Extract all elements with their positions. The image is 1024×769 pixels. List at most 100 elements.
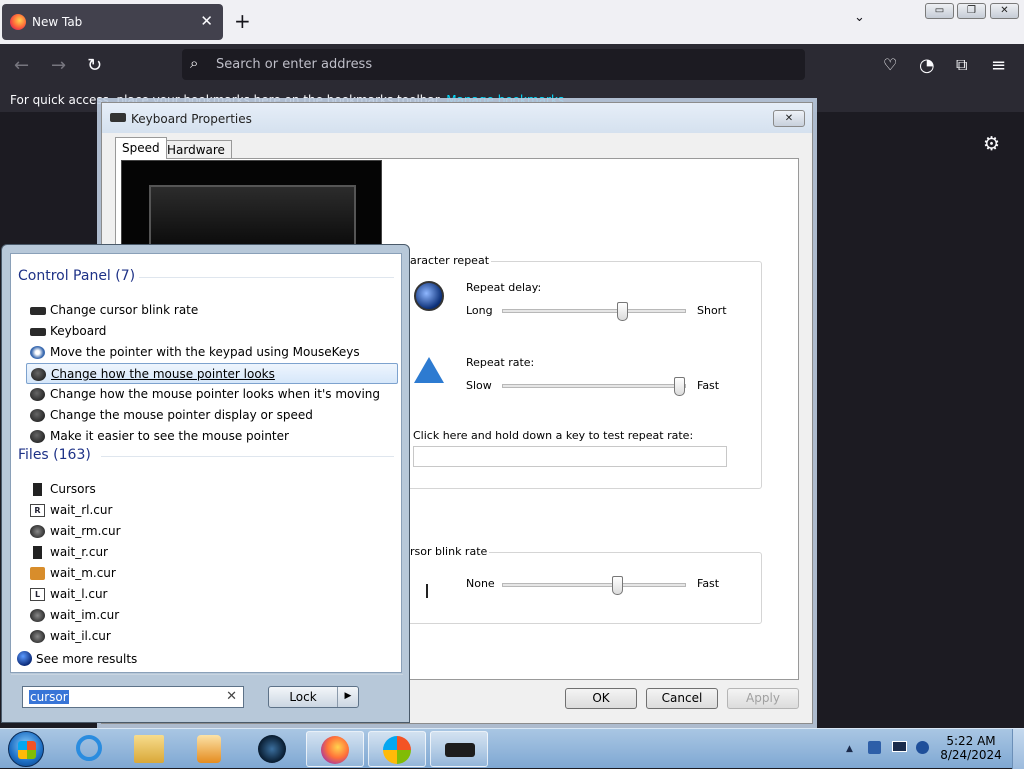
address-bar[interactable]: ⌕ Search or enter address <box>182 49 805 80</box>
network-icon[interactable] <box>868 741 881 754</box>
test-repeat-label: Click here and hold down a key to test r… <box>413 429 694 442</box>
taskbar-internet-explorer[interactable] <box>60 731 118 767</box>
close-window-button[interactable]: ✕ <box>990 3 1019 19</box>
control-panel-result[interactable]: Move the pointer with the keypad using M… <box>26 342 398 363</box>
extensions-icon[interactable]: ⧉ <box>956 55 967 75</box>
globe-icon <box>17 651 32 666</box>
keyboard-icon <box>110 113 126 122</box>
result-label: Change how the mouse pointer looks when … <box>50 387 381 401</box>
control-panel-result[interactable]: Change how the mouse pointer looks <box>26 363 398 384</box>
result-label: wait_m.cur <box>50 566 116 580</box>
ok-button[interactable]: OK <box>565 688 637 709</box>
lock-label[interactable]: Lock <box>269 690 337 704</box>
cursor-file-icon: L <box>30 588 45 601</box>
cursor-file-icon <box>30 525 45 538</box>
blink-min-label: None <box>466 577 495 590</box>
taskbar-explorer[interactable] <box>120 731 178 767</box>
search-value: cursor <box>29 690 69 704</box>
mouse-icon <box>30 430 45 443</box>
keyboard-icon <box>30 307 46 315</box>
forward-arrow-icon[interactable]: → <box>51 55 66 76</box>
tray-expand-icon[interactable]: ▲ <box>846 744 853 754</box>
list-tabs-chevron-icon[interactable]: ⌄ <box>854 10 865 25</box>
result-label: wait_r.cur <box>50 545 108 559</box>
control-panel-result[interactable]: Keyboard <box>26 321 398 342</box>
lock-options-arrow-icon[interactable]: ▶ <box>337 687 358 707</box>
divider <box>101 456 394 457</box>
cursor-blink-label: rsor blink rate <box>408 545 490 558</box>
cursor-file-icon: R <box>30 504 45 517</box>
tab-close-icon[interactable]: ✕ <box>200 12 213 30</box>
taskbar-control-panel[interactable] <box>368 731 426 767</box>
blink-rate-slider[interactable] <box>611 576 623 595</box>
restore-button[interactable]: ❐ <box>957 3 986 19</box>
firefox-icon <box>321 736 349 764</box>
repeat-delay-max-label: Short <box>697 304 727 317</box>
volume-icon[interactable] <box>916 741 929 754</box>
control-panel-result[interactable]: Change how the mouse pointer looks when … <box>26 384 398 405</box>
file-result[interactable]: Rwait_rl.cur <box>26 500 398 521</box>
result-label: wait_im.cur <box>50 608 120 622</box>
taskbar-app[interactable] <box>244 731 302 767</box>
repeat-delay-label: Repeat delay: <box>466 281 542 294</box>
dialog-title: Keyboard Properties <box>131 112 252 126</box>
test-repeat-input[interactable] <box>413 446 727 467</box>
repeat-delay-slider[interactable] <box>617 302 629 321</box>
dialog-close-button[interactable]: ✕ <box>773 110 805 127</box>
mousekeys-icon <box>30 346 45 359</box>
address-placeholder: Search or enter address <box>216 57 373 72</box>
file-result[interactable]: wait_r.cur <box>26 542 398 563</box>
clock-time: 5:22 AM <box>946 734 996 748</box>
system-clock[interactable]: 5:22 AM 8/24/2024 <box>936 734 1006 762</box>
back-arrow-icon[interactable]: ← <box>14 55 29 76</box>
taskbar-firefox[interactable] <box>306 731 364 767</box>
files-header[interactable]: Files (163) <box>18 447 91 463</box>
file-result[interactable]: wait_rm.cur <box>26 521 398 542</box>
pocket-icon[interactable]: ♡ <box>883 55 897 74</box>
control-panel-result[interactable]: Change cursor blink rate <box>26 300 398 321</box>
tab-speed[interactable]: Speed <box>115 137 167 159</box>
search-results-pane: Control Panel (7) Change cursor blink ra… <box>10 253 403 675</box>
show-desktop-button[interactable] <box>1012 729 1024 769</box>
control-panel-result[interactable]: Make it easier to see the mouse pointer <box>26 426 398 447</box>
reload-icon[interactable]: ↻ <box>87 55 102 76</box>
file-result[interactable]: wait_il.cur <box>26 626 398 647</box>
file-result[interactable]: wait_m.cur <box>26 563 398 584</box>
repeat-rate-max-label: Fast <box>697 379 720 392</box>
file-result[interactable]: Cursors <box>26 479 398 500</box>
lock-button[interactable]: Lock ▶ <box>268 686 359 708</box>
blink-max-label: Fast <box>697 577 720 590</box>
tab-hardware[interactable]: Hardware <box>160 140 232 159</box>
taskbar: ▲ 5:22 AM 8/24/2024 <box>0 728 1024 769</box>
repeat-rate-slider[interactable] <box>674 377 686 396</box>
control-panel-result[interactable]: Change the mouse pointer display or spee… <box>26 405 398 426</box>
mouse-icon <box>30 409 45 422</box>
result-label: Change how the mouse pointer looks <box>51 367 275 381</box>
result-label: Move the pointer with the keypad using M… <box>50 345 360 359</box>
account-icon[interactable]: ◔ <box>919 55 935 76</box>
monitor-icon[interactable] <box>892 741 907 752</box>
menu-hamburger-icon[interactable]: ≡ <box>991 55 1006 76</box>
control-panel-header[interactable]: Control Panel (7) <box>18 268 135 284</box>
new-tab-button[interactable]: + <box>234 9 251 33</box>
cursor-file-icon <box>33 483 42 496</box>
firefox-icon <box>10 14 26 30</box>
file-result[interactable]: wait_im.cur <box>26 605 398 626</box>
internet-explorer-icon <box>76 735 102 761</box>
taskbar-keyboard-properties[interactable] <box>430 731 488 767</box>
start-search-input[interactable]: cursor ✕ <box>22 686 244 708</box>
settings-gear-icon[interactable]: ⚙ <box>983 133 1000 155</box>
start-button[interactable] <box>8 731 44 767</box>
apply-button[interactable]: Apply <box>727 688 799 709</box>
file-result[interactable]: Lwait_l.cur <box>26 584 398 605</box>
tab-title: New Tab <box>32 15 83 29</box>
repeat-rate-min-label: Slow <box>466 379 492 392</box>
see-more-results-link[interactable]: See more results <box>17 651 137 666</box>
minimize-button[interactable]: ▭ <box>925 3 954 19</box>
result-label: Make it easier to see the mouse pointer <box>50 429 289 443</box>
cancel-button[interactable]: Cancel <box>646 688 718 709</box>
clear-search-icon[interactable]: ✕ <box>226 689 237 704</box>
result-label: Cursors <box>50 482 96 496</box>
tab-new-tab[interactable]: New Tab ✕ <box>2 4 223 40</box>
taskbar-media-player[interactable] <box>180 731 238 767</box>
